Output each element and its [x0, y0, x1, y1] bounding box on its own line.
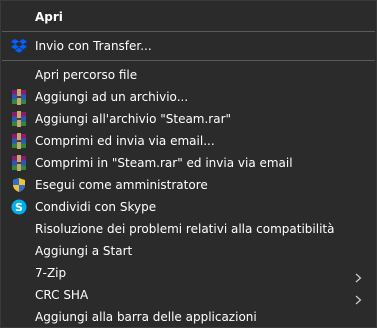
menu-item-label: 7-Zip: [35, 266, 67, 280]
svg-text:S: S: [15, 201, 23, 214]
menu-item-risoluzione-problemi-compatibilita[interactable]: Risoluzione dei problemi relativi alla c…: [1, 218, 376, 240]
skype-icon: S: [11, 199, 27, 215]
menu-item-aggiungi-ad-archivio[interactable]: Aggiungi ad un archivio...: [1, 86, 376, 108]
menu-item-label: Aggiungi alla barra delle applicazioni: [35, 310, 257, 324]
menu-separator: [2, 31, 375, 32]
dropbox-icon: [11, 38, 27, 54]
menu-item-aggiungi-a-start[interactable]: Aggiungi a Start: [1, 240, 376, 262]
chevron-right-icon: [355, 290, 362, 305]
menu-item-label: Risoluzione dei problemi relativi alla c…: [35, 222, 335, 236]
menu-item-label: CRC SHA: [35, 288, 89, 302]
menu-item-label: Comprimi in "Steam.rar" ed invia via ema…: [35, 156, 293, 170]
winrar-icon: [11, 155, 27, 171]
menu-item-label: Aggiungi ad un archivio...: [35, 90, 189, 104]
menu-item-label: Aggiungi all'archivio "Steam.rar": [35, 112, 232, 126]
menu-item-comprimi-steam-invia-email[interactable]: Comprimi in "Steam.rar" ed invia via ema…: [1, 152, 376, 174]
winrar-icon: [11, 89, 27, 105]
menu-item-aggiungi-barra-applicazioni[interactable]: Aggiungi alla barra delle applicazioni: [1, 306, 376, 328]
menu-item-label: Esegui come amministratore: [35, 178, 208, 192]
chevron-right-icon: [355, 268, 362, 283]
menu-item-label: Aggiungi a Start: [35, 244, 133, 258]
menu-item-label: Apri: [35, 10, 63, 24]
menu-item-esegui-come-amministratore[interactable]: Esegui come amministratore: [1, 174, 376, 196]
menu-item-label: Apri percorso file: [35, 68, 138, 82]
context-menu: Apri Invio con Transfer... Apri percorso…: [0, 0, 377, 328]
menu-item-label: Condividi con Skype: [35, 200, 157, 214]
winrar-icon: [11, 111, 27, 127]
menu-item-condividi-con-skype[interactable]: S Condividi con Skype: [1, 196, 376, 218]
menu-item-invio-con-transfer[interactable]: Invio con Transfer...: [1, 35, 376, 57]
menu-item-label: Comprimi ed invia via email...: [35, 134, 215, 148]
menu-separator: [2, 60, 375, 61]
menu-item-aggiungi-archivio-steam[interactable]: Aggiungi all'archivio "Steam.rar": [1, 108, 376, 130]
menu-item-7-zip[interactable]: 7-Zip: [1, 262, 376, 284]
menu-item-label: Invio con Transfer...: [35, 39, 152, 53]
menu-item-apri-percorso-file[interactable]: Apri percorso file: [1, 64, 376, 86]
menu-item-comprimi-invia-email[interactable]: Comprimi ed invia via email...: [1, 130, 376, 152]
menu-item-apri[interactable]: Apri: [1, 6, 376, 28]
menu-item-crc-sha[interactable]: CRC SHA: [1, 284, 376, 306]
winrar-icon: [11, 133, 27, 149]
uac-shield-icon: [11, 177, 27, 193]
